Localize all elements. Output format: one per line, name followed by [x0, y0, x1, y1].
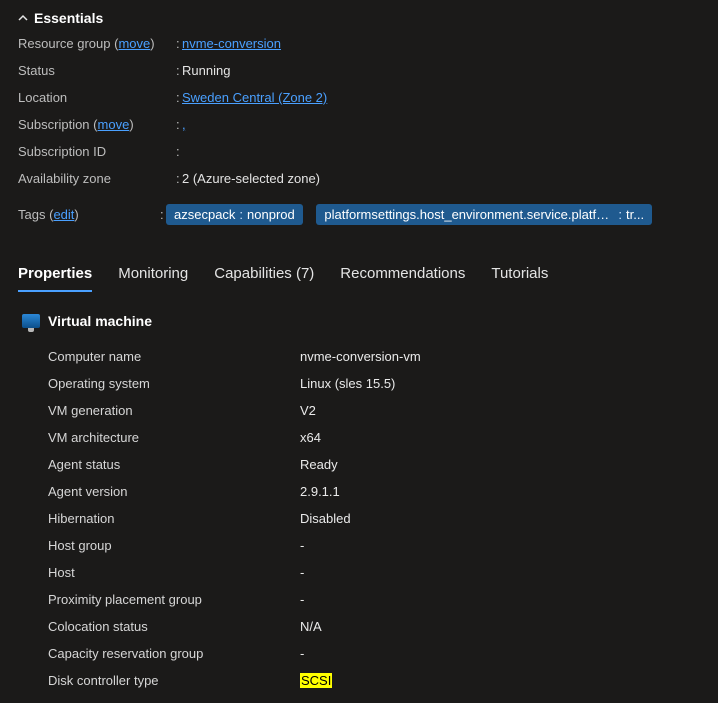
row-agent-version: Agent version 2.9.1.1	[48, 478, 700, 505]
resource-group-link[interactable]: nvme-conversion	[182, 36, 281, 51]
row-computer-name: Computer name nvme-conversion-vm	[48, 343, 700, 370]
status-value: Running	[182, 63, 700, 78]
chevron-up-icon	[18, 10, 28, 26]
tab-tutorials[interactable]: Tutorials	[491, 259, 548, 292]
tag-chip[interactable]: azsecpack:nonprod	[166, 204, 303, 225]
row-disk-controller-type: Disk controller type SCSI	[48, 667, 700, 694]
availability-zone-value: 2 (Azure-selected zone)	[182, 171, 700, 186]
tab-capabilities[interactable]: Capabilities (7)	[214, 259, 314, 292]
disk-controller-value-highlight: SCSI	[300, 673, 332, 688]
location-link[interactable]: Sweden Central (Zone 2)	[182, 90, 327, 105]
monitor-icon	[22, 314, 40, 328]
row-vm-architecture: VM architecture x64	[48, 424, 700, 451]
row-hibernation: Hibernation Disabled	[48, 505, 700, 532]
subscription-label: Subscription (move)	[18, 117, 176, 132]
row-proximity-placement-group: Proximity placement group -	[48, 586, 700, 613]
tags-label: Tags (edit)	[18, 207, 160, 222]
row-host-group: Host group -	[48, 532, 700, 559]
subscription-link[interactable]: ,	[182, 117, 186, 132]
tags-list: azsecpack:nonprod platformsettings.host_…	[166, 204, 700, 225]
move-subscription-link[interactable]: move	[98, 117, 130, 132]
vm-section-title: Virtual machine	[22, 313, 700, 329]
tag-chip[interactable]: platformsettings.host_environment.servic…	[316, 204, 652, 225]
tab-monitoring[interactable]: Monitoring	[118, 259, 188, 292]
row-agent-status: Agent status Ready	[48, 451, 700, 478]
availability-zone-label: Availability zone	[18, 171, 176, 186]
row-vm-generation: VM generation V2	[48, 397, 700, 424]
essentials-title: Essentials	[34, 10, 103, 26]
move-resource-group-link[interactable]: move	[118, 36, 150, 51]
tab-bar: Properties Monitoring Capabilities (7) R…	[18, 259, 700, 293]
row-host: Host -	[48, 559, 700, 586]
tab-recommendations[interactable]: Recommendations	[340, 259, 465, 292]
subscription-id-label: Subscription ID	[18, 144, 176, 159]
row-capacity-reservation-group: Capacity reservation group -	[48, 640, 700, 667]
resource-group-label: Resource group (move)	[18, 36, 176, 51]
row-operating-system: Operating system Linux (sles 15.5)	[48, 370, 700, 397]
tab-properties[interactable]: Properties	[18, 259, 92, 292]
location-label: Location	[18, 90, 176, 105]
essentials-toggle[interactable]: Essentials	[18, 10, 700, 26]
row-colocation-status: Colocation status N/A	[48, 613, 700, 640]
status-label: Status	[18, 63, 176, 78]
edit-tags-link[interactable]: edit	[53, 207, 74, 222]
